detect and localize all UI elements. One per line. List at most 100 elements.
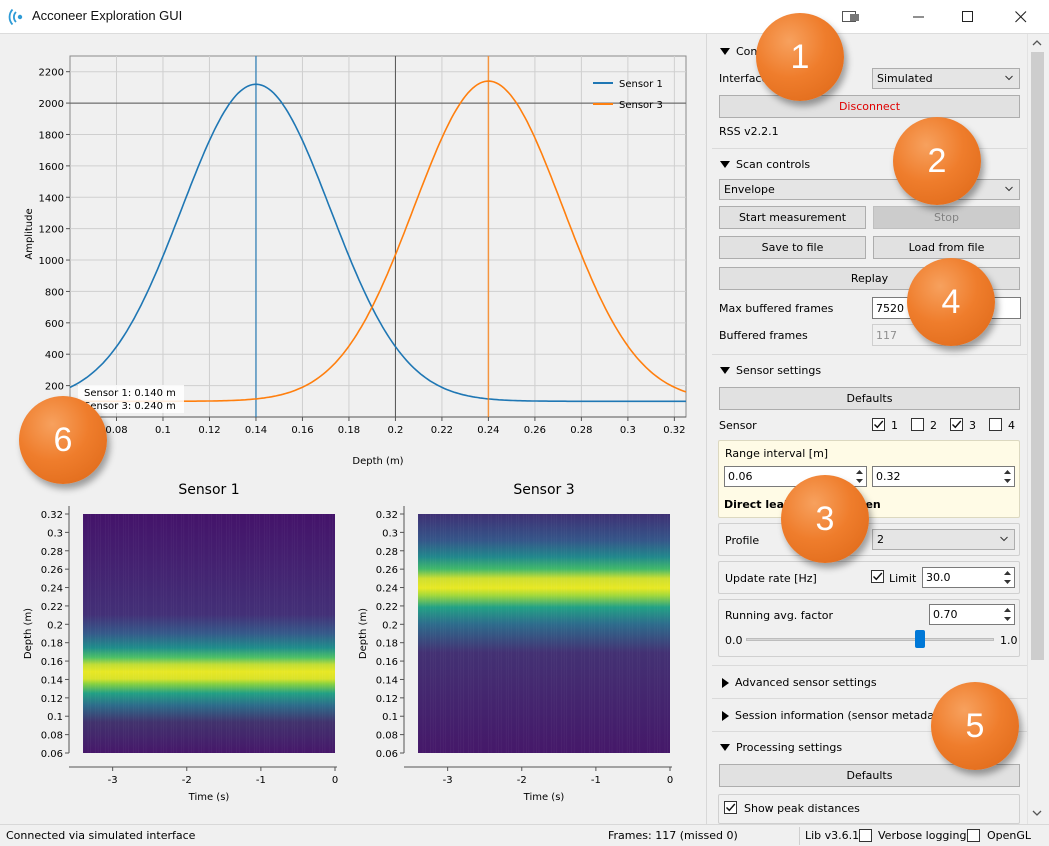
- line-plot-frame: [69, 55, 687, 418]
- y-tick-label: 0.14: [376, 675, 398, 686]
- limit-checkbox[interactable]: [871, 570, 884, 583]
- y-tick-label: 0.2: [47, 620, 63, 631]
- show-peak-distances-checkbox[interactable]: [724, 801, 737, 814]
- sensor-3-checkbox[interactable]: [950, 418, 963, 431]
- processing-settings-section-header[interactable]: Processing settings: [720, 741, 842, 754]
- expand-triangle-icon: [722, 710, 729, 721]
- spin-arrows[interactable]: [854, 468, 865, 485]
- range-start-value: 0.06: [728, 470, 753, 483]
- load-from-file-button[interactable]: Load from file: [873, 236, 1020, 259]
- minimize-icon: [913, 16, 924, 18]
- show-peak-distances-label: Show peak distances: [744, 802, 860, 815]
- disconnect-button[interactable]: Disconnect: [719, 95, 1020, 118]
- scroll-up-icon[interactable]: [1032, 38, 1042, 48]
- checkmark-icon: [952, 420, 962, 429]
- start-measurement-button[interactable]: Start measurement: [719, 206, 866, 229]
- x-tick-label: 0.32: [663, 425, 685, 436]
- spin-arrows[interactable]: [1002, 468, 1013, 485]
- opengl-label: OpenGL: [987, 829, 1032, 842]
- status-divider: [799, 827, 800, 845]
- scroll-down-icon[interactable]: [1032, 808, 1042, 818]
- interface-select[interactable]: Simulated: [872, 68, 1020, 89]
- update-rate-input[interactable]: 30.0: [922, 567, 1015, 588]
- y-tick-label: 0.22: [376, 602, 398, 613]
- y-tick-label: 0.14: [41, 675, 63, 686]
- x-tick-label: 0: [667, 775, 673, 786]
- y-tick-label: 0.08: [376, 731, 398, 742]
- scrollbar-thumb[interactable]: [1031, 52, 1044, 660]
- processing-settings-header-label: Processing settings: [736, 741, 843, 754]
- update-rate-value: 30.0: [926, 571, 951, 584]
- y-tick-label: 0.24: [41, 584, 63, 595]
- scan-controls-section-header[interactable]: Scan controls: [720, 158, 810, 171]
- advanced-sensor-settings-header[interactable]: Advanced sensor settings: [722, 676, 877, 689]
- running-avg-input[interactable]: 0.70: [929, 604, 1015, 625]
- y-tick-label: 0.16: [41, 657, 63, 668]
- chevron-down-icon: [1000, 536, 1008, 542]
- range-end-value: 0.32: [876, 470, 901, 483]
- running-avg-value: 0.70: [933, 608, 958, 621]
- legend-label: Sensor 3: [619, 100, 663, 111]
- y-tick-label: 0.28: [41, 547, 63, 558]
- legend-label: Sensor 1: [619, 79, 663, 90]
- y-axis-label: Depth (m): [358, 608, 369, 659]
- annotation-badge-5: 5: [931, 682, 1019, 770]
- spin-up-icon: [854, 468, 865, 477]
- spin-arrows[interactable]: [1002, 569, 1013, 586]
- y-tick-label: 1800: [39, 130, 64, 141]
- verbose-logging-checkbox[interactable]: [859, 829, 872, 842]
- range-end-input[interactable]: 0.32: [872, 466, 1015, 487]
- minimize-button[interactable]: [896, 0, 942, 34]
- plots-canvas: 0.08 0.1 0.12 0.14 0.16 0.18 0.2 0.22 0.24 0.26 0.…: [23, 55, 687, 803]
- verbose-logging-label: Verbose logging: [878, 829, 967, 842]
- running-avg-slider-track[interactable]: [746, 638, 994, 641]
- running-avg-slider-handle[interactable]: [914, 630, 925, 648]
- x-tick-label: 0.28: [570, 425, 592, 436]
- x-axis-label: Time (s): [188, 792, 230, 803]
- sensor-defaults-button[interactable]: Defaults: [719, 387, 1020, 410]
- y-tick-label: 1400: [39, 193, 64, 204]
- y-tick-label: 0.3: [47, 528, 63, 539]
- expand-triangle-icon: [722, 677, 729, 688]
- frames-counter: Frames: 117 (missed 0): [608, 829, 738, 842]
- sensor-settings-section-header[interactable]: Sensor settings: [720, 364, 821, 377]
- stop-button[interactable]: Stop: [873, 206, 1020, 229]
- x-tick-label: -3: [443, 775, 453, 786]
- close-button[interactable]: [998, 0, 1044, 34]
- update-rate-label: Update rate [Hz]: [725, 572, 817, 585]
- opengl-checkbox[interactable]: [967, 829, 980, 842]
- y-tick-label: 0.16: [376, 657, 398, 668]
- checkmark-icon: [874, 420, 884, 429]
- y-axis-label: Depth (m): [23, 608, 34, 659]
- y-tick-label: 0.12: [41, 694, 63, 705]
- slider-min-label: 0.0: [725, 634, 743, 647]
- y-tick-label: 0.22: [41, 602, 63, 613]
- slider-max-label: 1.0: [1000, 634, 1018, 647]
- x-tick-label: 0.08: [105, 425, 127, 436]
- window-mode-icon[interactable]: [842, 10, 860, 23]
- maximize-button[interactable]: [945, 0, 991, 34]
- profile-select[interactable]: 2: [872, 529, 1015, 550]
- plot-area: 0.08 0.1 0.12 0.14 0.16 0.18 0.2 0.22 0.24 0.26 0.…: [0, 34, 706, 824]
- y-tick-label: 0.18: [41, 639, 63, 650]
- checkmark-icon: [726, 803, 736, 812]
- scan-mode-value: Envelope: [724, 183, 775, 196]
- limit-label: Limit: [889, 572, 917, 585]
- x-tick-label: 0.16: [291, 425, 313, 436]
- range-interval-label: Range interval [m]: [725, 447, 829, 460]
- checkmark-icon: [873, 572, 883, 581]
- heatmap-title: Sensor 1: [178, 482, 239, 498]
- y-axis-label: Amplitude: [24, 208, 35, 259]
- sensor-1-checkbox[interactable]: [872, 418, 885, 431]
- x-tick-label: -2: [182, 775, 192, 786]
- advanced-sensor-settings-label: Advanced sensor settings: [735, 676, 877, 689]
- status-bar: Connected via simulated interface Frames…: [0, 824, 1049, 846]
- session-information-header[interactable]: Session information (sensor metadata): [722, 709, 949, 722]
- sensor-4-checkbox[interactable]: [989, 418, 1002, 431]
- sensor-1-label: 1: [891, 419, 898, 432]
- x-tick-label: 0.18: [338, 425, 360, 436]
- section-divider: [712, 148, 1028, 149]
- spin-arrows[interactable]: [1002, 606, 1013, 623]
- sensor-2-checkbox[interactable]: [911, 418, 924, 431]
- save-to-file-button[interactable]: Save to file: [719, 236, 866, 259]
